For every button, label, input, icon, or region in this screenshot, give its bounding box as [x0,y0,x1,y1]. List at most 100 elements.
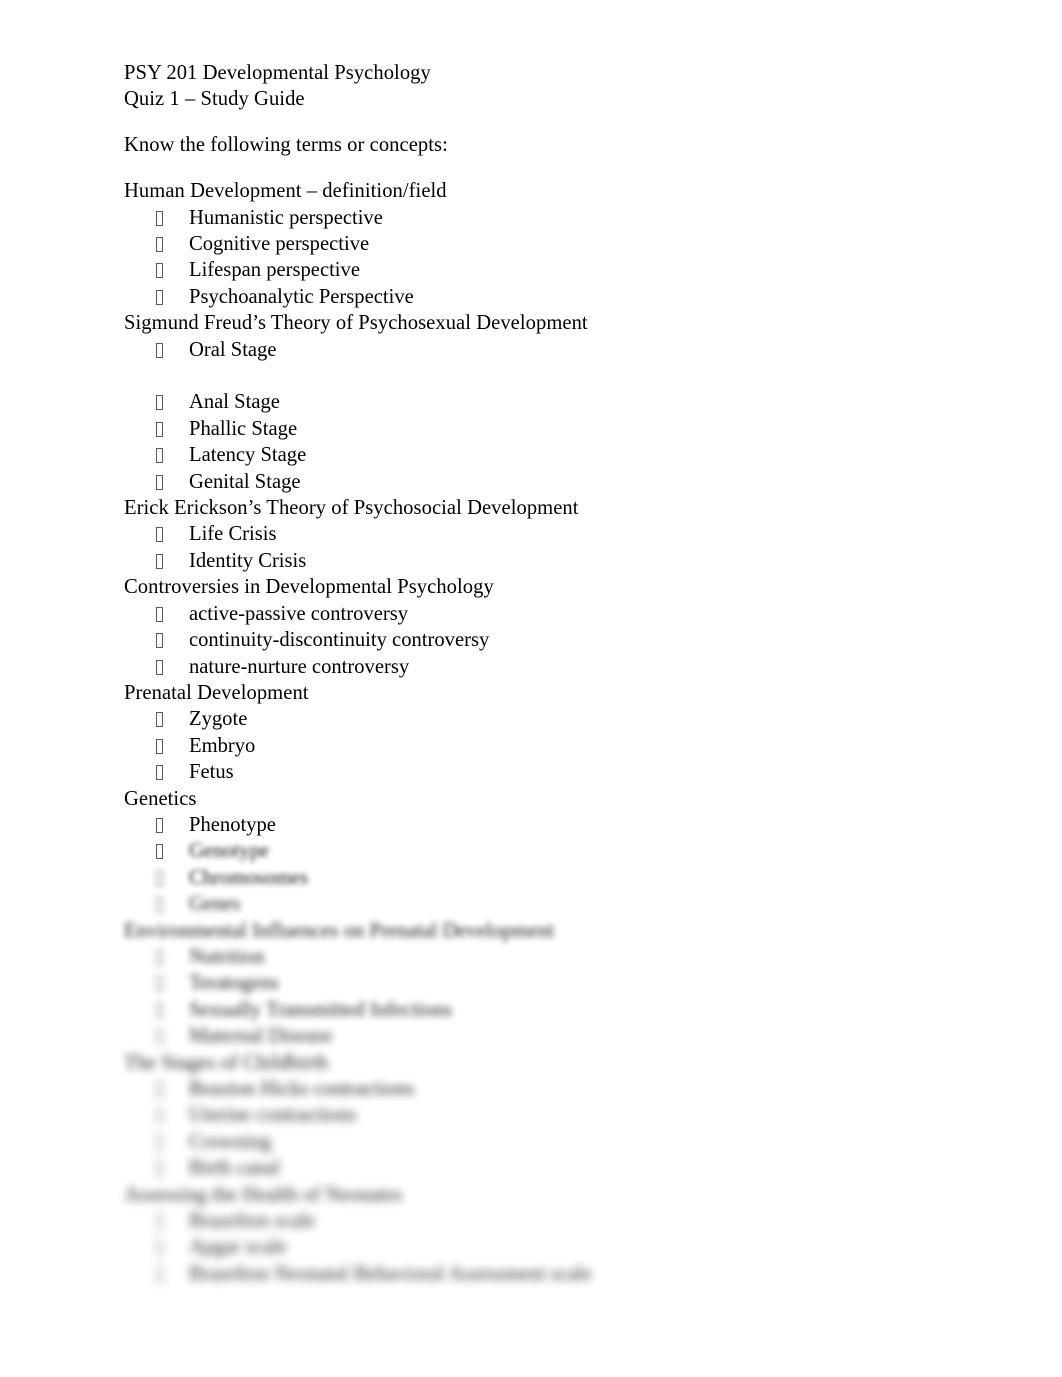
list-item: Birth canal [124,1155,954,1181]
missing-glyph-box-icon [124,1023,189,1049]
list-item: active-passive controversy [124,601,954,627]
list-item-label: Cognitive perspective [189,233,370,256]
list-item-label: Oral Stage [189,338,277,361]
list-item: Psychoanalytic Perspective [124,284,954,310]
list-item: Sexually Transmitted Infections [124,997,954,1023]
list-item-label: Chromosomes [189,866,308,889]
list-item-label: Brazelton scale [189,1210,316,1233]
missing-glyph-box-icon [124,627,189,653]
missing-glyph-box-icon [124,469,189,495]
missing-glyph-box-icon [124,1234,189,1260]
list-item: Maternal Disease [124,1023,954,1049]
list-item: Latency Stage [124,442,954,468]
list-item-label: Fetus [189,761,234,784]
list-item-label: Lifespan perspective [189,259,360,282]
list-item: Genital Stage [124,469,954,495]
document-page: PSY 201 Developmental Psychology Quiz 1 … [0,0,1062,1377]
list-item-label: Braxton Hicks contractions [189,1078,415,1101]
list-item: Phallic Stage [124,416,954,442]
section-heading-erickson: Erick Erickson’s Theory of Psychosocial … [124,497,579,520]
list-item-label: Nutrition [189,945,265,968]
instruction-highlight: Know the following terms or concepts: [124,131,448,160]
blank-line-after-oral-stage [124,363,954,389]
list-item-label: Zygote [189,708,248,731]
list-item-label: Brazelton Neonatal Behavioral Assessment… [189,1262,592,1285]
list-item: Brazelton Neonatal Behavioral Assessment… [124,1261,954,1287]
course-title-line: PSY 201 Developmental Psychology [124,62,431,84]
missing-glyph-box-icon [124,442,189,468]
list-item: Fetus [124,759,954,785]
list-item: Genes [124,891,954,917]
list-item-label: active-passive controversy [189,602,409,625]
section-heading-controversies: Controversies in Developmental Psycholog… [124,576,494,599]
missing-glyph-box-icon [124,257,189,283]
missing-glyph-box-icon [124,706,189,732]
missing-glyph-box-icon [124,231,189,257]
document-body: PSY 201 Developmental Psychology Quiz 1 … [124,60,954,1287]
missing-glyph-box-icon [124,1208,189,1234]
list-item: Humanistic perspective [124,205,954,231]
list-item-label: Uterine contractions [189,1104,357,1127]
missing-glyph-box-icon [124,865,189,891]
list-item: Lifespan perspective [124,257,954,283]
list-item: Phenotype [124,812,954,838]
list-item: Apgar scale [124,1234,954,1260]
list-item: Chromosomes [124,865,954,891]
list-item-label: Psychoanalytic Perspective [189,285,414,308]
list-item-label: Teratogens [189,972,280,995]
list-item: Crowning [124,1129,954,1155]
missing-glyph-box-icon [124,944,189,970]
missing-glyph-box-icon [124,733,189,759]
list-item: Brazelton scale [124,1208,954,1234]
list-item: continuity-discontinuity controversy [124,627,954,653]
missing-glyph-box-icon [124,1076,189,1102]
list-item: nature-nurture controversy [124,654,954,680]
list-item: Zygote [124,706,954,732]
list-item-label: Genotype [189,840,270,863]
list-item-label: Phenotype [189,813,276,836]
list-item: Genotype [124,838,954,864]
section-heading-freud: Sigmund Freud’s Theory of Psychosexual D… [124,312,588,335]
missing-glyph-box-icon [124,1261,189,1287]
missing-glyph-box-icon [124,601,189,627]
missing-glyph-box-icon [124,654,189,680]
list-item: Teratogens [124,970,954,996]
list-item-label: Birth canal [189,1157,280,1180]
section-heading-prenatal-development: Prenatal Development [124,681,309,704]
missing-glyph-box-icon [124,389,189,415]
missing-glyph-box-icon [124,205,189,231]
list-item-label: Humanistic perspective [189,206,383,229]
missing-glyph-box-icon [124,548,189,574]
missing-glyph-box-icon [124,812,189,838]
section-heading-assessing-neonates: Assessing the Health of Neonates [124,1183,403,1206]
list-item: Nutrition [124,944,954,970]
missing-glyph-box-icon [124,997,189,1023]
list-item: Anal Stage [124,389,954,415]
list-item-label: Sexually Transmitted Infections [189,998,453,1021]
list-item-label: Phallic Stage [189,417,298,440]
instruction-line: Know the following terms or concepts: [124,131,954,160]
list-item: Braxton Hicks contractions [124,1076,954,1102]
list-item-label: Maternal Disease [189,1025,333,1048]
missing-glyph-box-icon [124,521,189,547]
missing-glyph-box-icon [124,759,189,785]
missing-glyph-box-icon [124,838,189,864]
list-item-label: Identity Crisis [189,549,307,572]
list-item-label: continuity-discontinuity controversy [189,629,490,652]
list-item-label: Crowning [189,1130,272,1153]
missing-glyph-box-icon [124,891,189,917]
list-item-label: Anal Stage [189,391,280,414]
missing-glyph-box-icon [124,416,189,442]
missing-glyph-box-icon [124,284,189,310]
section-heading-environmental-influences: Environmental Influences on Prenatal Dev… [124,919,555,942]
section-heading-genetics: Genetics [124,787,197,810]
list-item-label: Life Crisis [189,523,277,546]
list-item: Cognitive perspective [124,231,954,257]
spacer-after-header [124,113,954,131]
quiz-title-line: Quiz 1 – Study Guide [124,88,305,111]
list-item: Embryo [124,733,954,759]
list-item-label: Genes [189,893,241,916]
list-item-label: Latency Stage [189,444,307,467]
list-item: Oral Stage [124,337,954,363]
missing-glyph-box-icon [124,1102,189,1128]
